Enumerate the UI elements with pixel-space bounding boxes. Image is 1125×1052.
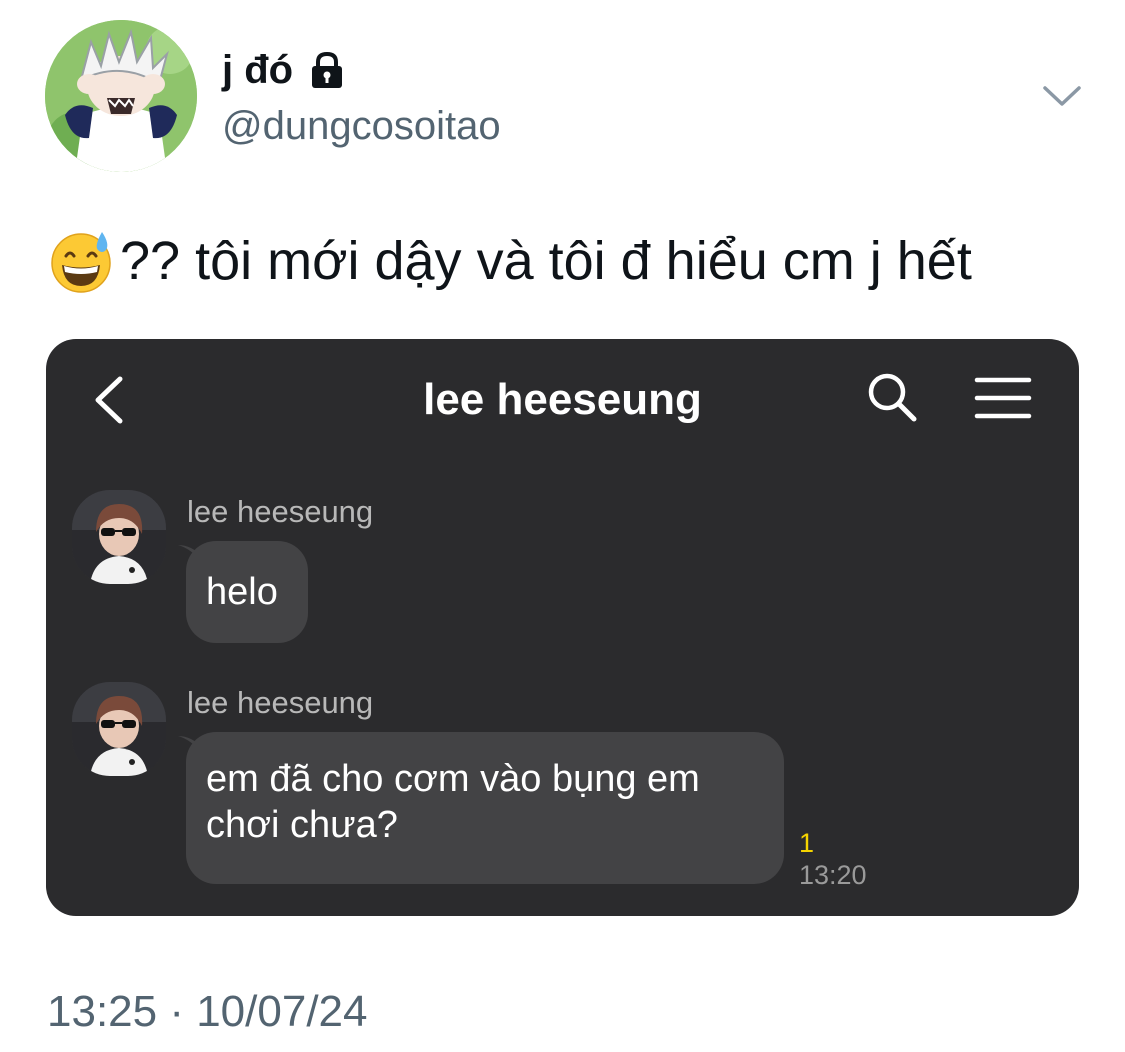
sender-name: lee heeseung [187,494,374,529]
message-bubble[interactable]: em đã cho cơm vào bụng em chơi chưa? [186,732,784,884]
tweet-text: ?? tôi mới dậy và tôi đ hiểu cm j hết [48,228,972,294]
menu-icon [974,375,1032,421]
message-text: em đã cho cơm vào bụng em chơi chưa? [206,758,700,846]
tweet-timestamp[interactable]: 13:25 · 10/07/24 [47,986,367,1038]
tweet-text-content: ?? tôi mới dậy và tôi đ hiểu cm j hết [120,231,972,291]
chat-title: lee heeseung [423,375,702,424]
chevron-down-icon[interactable] [1040,80,1084,110]
sender-name: lee heeseung [187,685,374,720]
display-name-text[interactable]: j đó [222,46,293,94]
message-bubble[interactable]: helo [186,541,308,643]
search-icon [866,371,918,423]
attached-chat-screenshot[interactable]: lee heeseung lee heeseung helo lee heese… [46,339,1079,916]
profile-avatar[interactable] [45,20,197,172]
display-name[interactable]: j đó [222,46,347,94]
unread-count: 1 [799,828,815,858]
grinning-face-with-sweat-emoji [48,228,114,294]
message-text: helo [206,571,278,613]
message-time: 13:20 [799,860,867,890]
user-handle[interactable]: @dungcosoitao [222,102,501,150]
lock-icon [307,50,347,90]
sender-avatar [72,490,166,584]
sender-avatar [72,682,166,776]
